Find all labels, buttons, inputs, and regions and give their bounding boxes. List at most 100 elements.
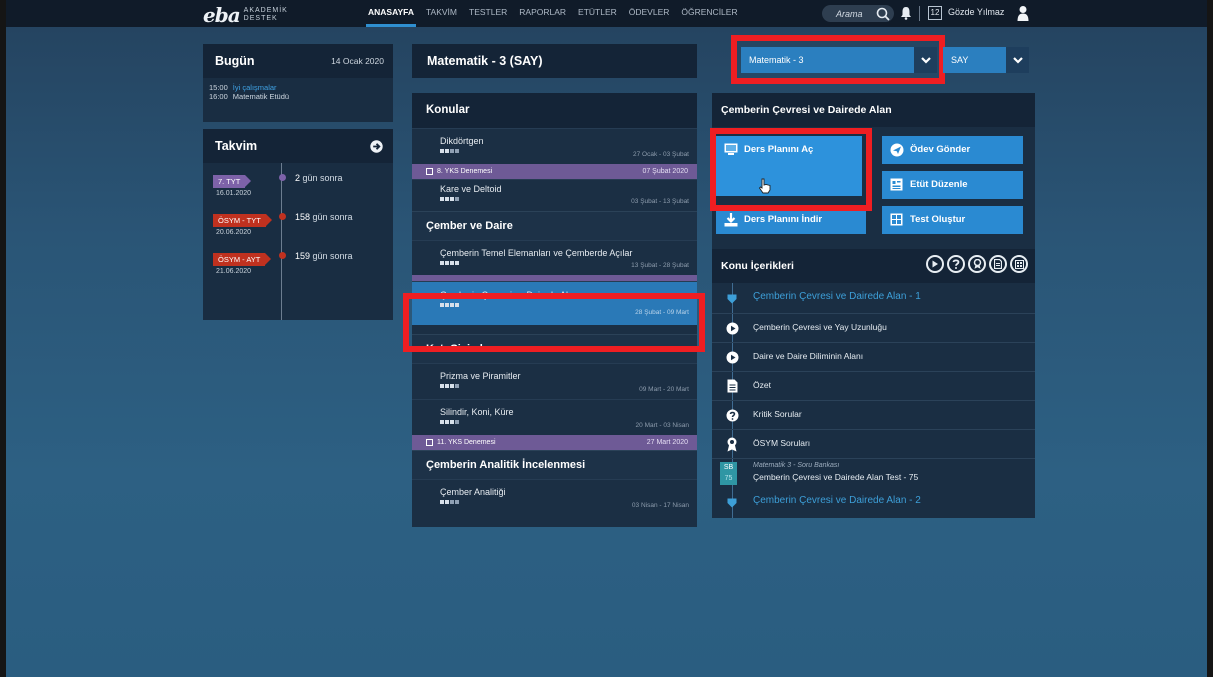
highlight-box [731, 35, 945, 84]
notification-count-badge[interactable]: 12 [928, 6, 942, 20]
calendar-timeline [281, 163, 282, 320]
exam-bar[interactable]: 8. YKS Denemesi 07 Şubat 2020 [412, 164, 697, 179]
marker-icon [724, 495, 740, 511]
document-icon [724, 378, 740, 394]
today-item[interactable]: 16:00 Matematik Etüdü [203, 92, 393, 101]
download-lesson-plan-label: Ders Planını İndir [744, 214, 823, 225]
topic-date-range: 03 Nisan - 17 Nisan [631, 502, 689, 509]
content-section[interactable]: Çemberin Çevresi ve Dairede Alan - 2 [712, 489, 1035, 518]
badge-filter-icon[interactable] [968, 255, 986, 273]
badge-icon [724, 436, 740, 452]
event-tag: ÖSYM - TYT [213, 214, 272, 227]
event-dot [279, 252, 286, 259]
event-days: 159 [295, 251, 311, 261]
today-item[interactable]: 15:00 İyi çalışmalar [203, 83, 393, 92]
topic-name: Çemberin Temel Elemanları ve Çemberde Aç… [440, 248, 633, 258]
event-countdown: 2 gün sonra [295, 173, 343, 183]
calendar-title: Takvim [215, 139, 258, 153]
calendar-event[interactable]: ÖSYM - AYT 21.06.2020 159 gün sonra [213, 249, 353, 275]
today-item-text[interactable]: İyi çalışmalar [233, 83, 277, 92]
divider [919, 6, 920, 21]
topic-name: Prizma ve Piramitler [440, 371, 521, 381]
main-nav: ANASAYFA TAKVİM TESTLER RAPORLAR ETÜTLER… [362, 0, 744, 27]
topic-name: Çember Analitiği [440, 487, 506, 497]
play-icon [724, 349, 740, 365]
topic-name: Dikdörtgen [440, 136, 484, 146]
topic-item[interactable]: Prizma ve Piramitler 09 Mart - 20 Mart [412, 363, 697, 399]
event-countdown: 159 gün sonra [295, 251, 353, 261]
today-item-time: 16:00 [209, 92, 228, 101]
topic-item[interactable]: Dikdörtgen 27 Ocak - 03 Şubat [412, 128, 697, 164]
nav-ogrenciler[interactable]: ÖĞRENCİLER [675, 0, 743, 27]
grid-filter-icon[interactable] [1010, 255, 1028, 273]
detail-title: Çemberin Çevresi ve Dairede Alan [712, 93, 1035, 127]
content-row[interactable]: Özet [712, 371, 1035, 400]
topic-item[interactable]: Kare ve Deltoid 03 Şubat - 13 Şubat [412, 179, 697, 211]
logo-text: eba [203, 3, 241, 27]
topic-item[interactable]: Silindir, Koni, Küre 20 Mart - 03 Nisan [412, 399, 697, 435]
logo-sub-line2: DESTEK [243, 15, 278, 22]
checkbox-icon [426, 167, 433, 175]
event-days: 158 [295, 212, 311, 222]
content-row[interactable]: Kritik Sorular [712, 400, 1035, 429]
calendar-panel: Takvim 7. TYT 16.01.2020 2 gün sonra ÖSY… [203, 129, 393, 320]
edit-study-button[interactable]: Etüt Düzenle [882, 171, 1023, 199]
play-filter-icon[interactable] [926, 255, 944, 273]
bell-icon[interactable] [900, 6, 912, 20]
logo-sub-line1: AKADEMİK [243, 7, 288, 14]
nav-odevler[interactable]: ÖDEVLER [623, 0, 676, 27]
type-select[interactable]: SAY [943, 47, 1029, 73]
content-section-title: Çemberin Çevresi ve Dairede Alan - 1 [753, 291, 921, 302]
nav-raporlar[interactable]: RAPORLAR [513, 0, 572, 27]
question-filter-icon[interactable] [947, 255, 965, 273]
edit-study-label: Etüt Düzenle [910, 179, 968, 190]
topic-item[interactable]: Çember Analitiği 03 Nisan - 17 Nisan [412, 479, 697, 515]
search-input[interactable]: Arama [822, 5, 894, 22]
event-countdown: 158 gün sonra [295, 212, 353, 222]
content-row[interactable]: SB 75 Matematik 3 - Soru Bankası Çemberin… [712, 458, 1035, 487]
nav-etutler[interactable]: ETÜTLER [572, 0, 623, 27]
app-window: eba AKADEMİK DESTEK ANASAYFA TAKVİM TEST… [6, 0, 1207, 677]
today-title: Bugün [215, 54, 255, 68]
topic-date-range: 03 Şubat - 13 Şubat [631, 198, 689, 205]
topics-header: Konular [412, 93, 697, 128]
top-bar: eba AKADEMİK DESTEK ANASAYFA TAKVİM TEST… [6, 0, 1207, 27]
exam-name: 11. YKS Denemesi [437, 439, 496, 446]
topic-date-range: 20 Mart - 03 Nisan [635, 422, 689, 429]
content-section[interactable]: Çemberin Çevresi ve Dairede Alan - 1 [712, 285, 1035, 314]
document-filter-icon[interactable] [989, 255, 1007, 273]
topic-item[interactable]: Çemberin Temel Elemanları ve Çemberde Aç… [412, 240, 697, 275]
calendar-event[interactable]: ÖSYM - TYT 20.06.2020 158 gün sonra [213, 210, 353, 236]
topic-name: Silindir, Koni, Küre [440, 407, 514, 417]
content-row[interactable]: Çemberin Çevresi ve Yay Uzunluğu [712, 313, 1035, 342]
topic-name: Kare ve Deltoid [440, 184, 502, 194]
event-suffix: gün sonra [310, 212, 353, 222]
content-title: ÖSYM Soruları [753, 438, 811, 448]
nav-takvim[interactable]: TAKVİM [420, 0, 463, 27]
create-test-button[interactable]: Test Oluştur [882, 206, 1023, 234]
marker-icon [724, 291, 740, 307]
nav-testler[interactable]: TESTLER [463, 0, 513, 27]
today-item-time: 15:00 [209, 83, 228, 92]
question-bank-label: SB [723, 464, 734, 471]
nav-anasayfa[interactable]: ANASAYFA [362, 0, 420, 27]
calendar-event[interactable]: 7. TYT 16.01.2020 2 gün sonra [213, 171, 343, 197]
today-date: 14 Ocak 2020 [331, 56, 384, 66]
play-icon [724, 320, 740, 336]
user-icon[interactable] [1017, 5, 1029, 21]
exam-bar[interactable]: 11. YKS Denemesi 27 Mart 2020 [412, 435, 697, 450]
send-homework-button[interactable]: Ödev Gönder [882, 136, 1023, 164]
highlight-box [403, 293, 705, 352]
search-icon[interactable] [876, 7, 890, 21]
user-name[interactable]: Gözde Yılmaz [948, 7, 1004, 17]
content-title: Kritik Sorular [753, 409, 802, 419]
chevron-down-icon[interactable] [1006, 47, 1029, 73]
event-suffix: gün sonra [300, 173, 343, 183]
section-title: Çember ve Daire [412, 211, 697, 240]
today-header: Bugün 14 Ocak 2020 [203, 44, 393, 78]
arrow-right-circle-icon[interactable] [370, 140, 383, 153]
event-tag: ÖSYM - AYT [213, 253, 272, 266]
content-row[interactable]: ÖSYM Soruları [712, 429, 1035, 458]
content-row[interactable]: Daire ve Daire Diliminin Alanı [712, 342, 1035, 371]
eba-logo[interactable]: eba AKADEMİK DESTEK [203, 3, 288, 27]
